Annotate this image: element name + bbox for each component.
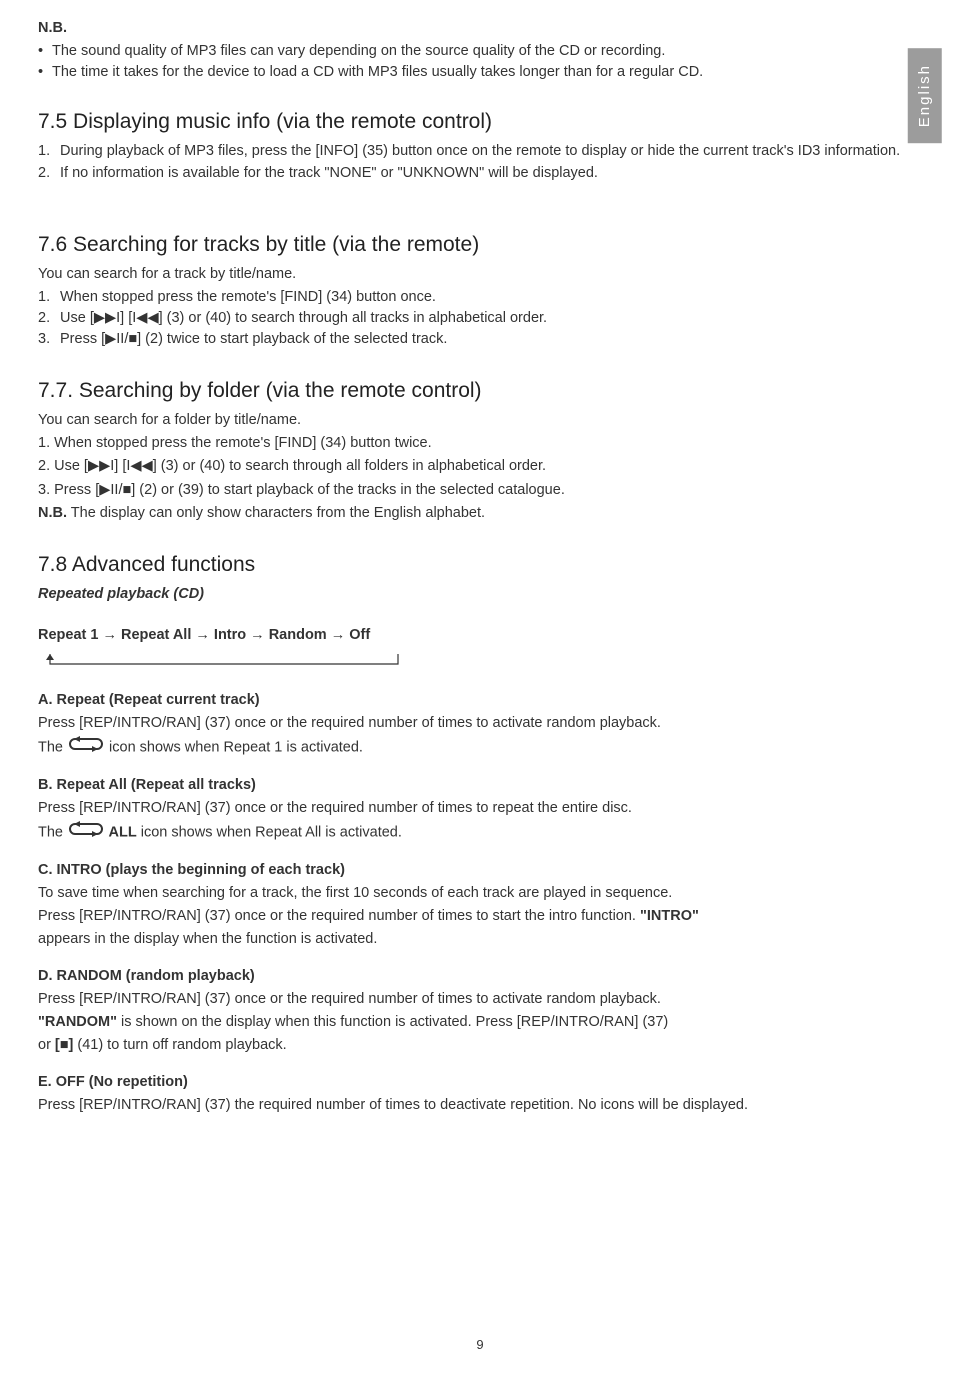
adv-d-line2: "RANDOM" is shown on the display when th… [38, 1012, 922, 1033]
adv-e-line: Press [REP/INTRO/RAN] (37) the required … [38, 1095, 922, 1116]
subhead-repeated-playback: Repeated playback (CD) [38, 584, 922, 605]
repeat-icon [69, 736, 103, 759]
text: (41) to turn off random playback. [73, 1037, 286, 1053]
repeat-sequence: Repeat 1 → Repeat All → Intro → Random →… [38, 625, 922, 646]
section-intro: You can search for a track by title/name… [38, 264, 922, 285]
random-label: "RANDOM" [38, 1014, 117, 1030]
list-item: 2. Use [▶▶I] [I◀◀] (3) or (40) to search… [38, 308, 922, 329]
page-number: 9 [0, 1336, 960, 1355]
sequence-loop-arrow [38, 652, 922, 672]
section-intro: You can search for a folder by title/nam… [38, 410, 922, 431]
section-7-8-heading: 7.8 Advanced functions [38, 550, 922, 580]
adv-d-line: Press [REP/INTRO/RAN] (37) once or the r… [38, 989, 922, 1010]
bullet-dot: • [38, 62, 52, 83]
adv-b-icon-line: The ALL icon shows when Repeat All is ac… [38, 821, 922, 844]
adv-a-icon-line: The icon shows when Repeat 1 is activate… [38, 736, 922, 759]
nb-bullet: • The time it takes for the device to lo… [38, 62, 922, 83]
list-text: During playback of MP3 files, press the … [60, 141, 922, 162]
list-text: Use [▶▶I] [I◀◀] (3) or (40) to search th… [60, 308, 922, 329]
bullet-dot: • [38, 41, 52, 62]
text: is shown on the display when this functi… [117, 1014, 668, 1030]
section-7-7-heading: 7.7. Searching by folder (via the remote… [38, 376, 922, 406]
list-text: If no information is available for the t… [60, 163, 922, 184]
adv-c-line: To save time when searching for a track,… [38, 883, 922, 904]
list-item: 3. Press [▶II/■] (2) or (39) to start pl… [38, 480, 922, 501]
list-text: When stopped press the remote's [FIND] (… [60, 287, 922, 308]
list-number: 3. [38, 329, 60, 350]
list-item: 2. If no information is available for th… [38, 163, 922, 184]
text-post: icon shows when Repeat All is activated. [137, 824, 402, 840]
adv-a-title: A. Repeat (Repeat current track) [38, 690, 922, 711]
adv-b-line: Press [REP/INTRO/RAN] (37) once or the r… [38, 798, 922, 819]
adv-d-title: D. RANDOM (random playback) [38, 966, 922, 987]
list-number: 1. [38, 287, 60, 308]
text-pre: The [38, 824, 67, 840]
nb-line: N.B. The display can only show character… [38, 503, 922, 524]
list-number: 2. [38, 163, 60, 184]
list-number: 2. [38, 308, 60, 329]
section-7-6-heading: 7.6 Searching for tracks by title (via t… [38, 230, 922, 260]
repeat-icon [69, 821, 103, 844]
all-label: ALL [105, 824, 137, 840]
section-7-5-heading: 7.5 Displaying music info (via the remot… [38, 107, 922, 137]
nb-inline-text: The display can only show characters fro… [67, 505, 485, 521]
page-content: N.B. • The sound quality of MP3 files ca… [0, 0, 960, 1148]
adv-c-title: C. INTRO (plays the beginning of each tr… [38, 860, 922, 881]
text: Press [REP/INTRO/RAN] (37) once or the r… [38, 908, 640, 924]
intro-label: "INTRO" [640, 908, 699, 924]
nb-text: The sound quality of MP3 files can vary … [52, 41, 665, 62]
text-pre: The [38, 739, 67, 755]
nb-bullet: • The sound quality of MP3 files can var… [38, 41, 922, 62]
list-item: 1. When stopped press the remote's [FIND… [38, 287, 922, 308]
nb-label: N.B. [38, 18, 922, 39]
list-item: 1. When stopped press the remote's [FIND… [38, 433, 922, 454]
list-item: 3. Press [▶II/■] (2) twice to start play… [38, 329, 922, 350]
nb-label-inline: N.B. [38, 505, 67, 521]
adv-c-line2: Press [REP/INTRO/RAN] (37) once or the r… [38, 906, 922, 927]
adv-b-title: B. Repeat All (Repeat all tracks) [38, 775, 922, 796]
loop-arrow-icon [38, 652, 408, 672]
adv-e-title: E. OFF (No repetition) [38, 1072, 922, 1093]
stop-button-label: [■] [55, 1037, 73, 1053]
list-number: 1. [38, 141, 60, 162]
nb-text: The time it takes for the device to load… [52, 62, 703, 83]
list-text: Press [▶II/■] (2) twice to start playbac… [60, 329, 922, 350]
adv-d-line3: or [■] (41) to turn off random playback. [38, 1035, 922, 1056]
adv-c-line3: appears in the display when the function… [38, 929, 922, 950]
list-item: 1. During playback of MP3 files, press t… [38, 141, 922, 162]
adv-a-line: Press [REP/INTRO/RAN] (37) once or the r… [38, 713, 922, 734]
list-item: 2. Use [▶▶I] [I◀◀] (3) or (40) to search… [38, 456, 922, 477]
text: or [38, 1037, 55, 1053]
text-post: icon shows when Repeat 1 is activated. [109, 739, 363, 755]
language-tab: English [908, 48, 942, 143]
